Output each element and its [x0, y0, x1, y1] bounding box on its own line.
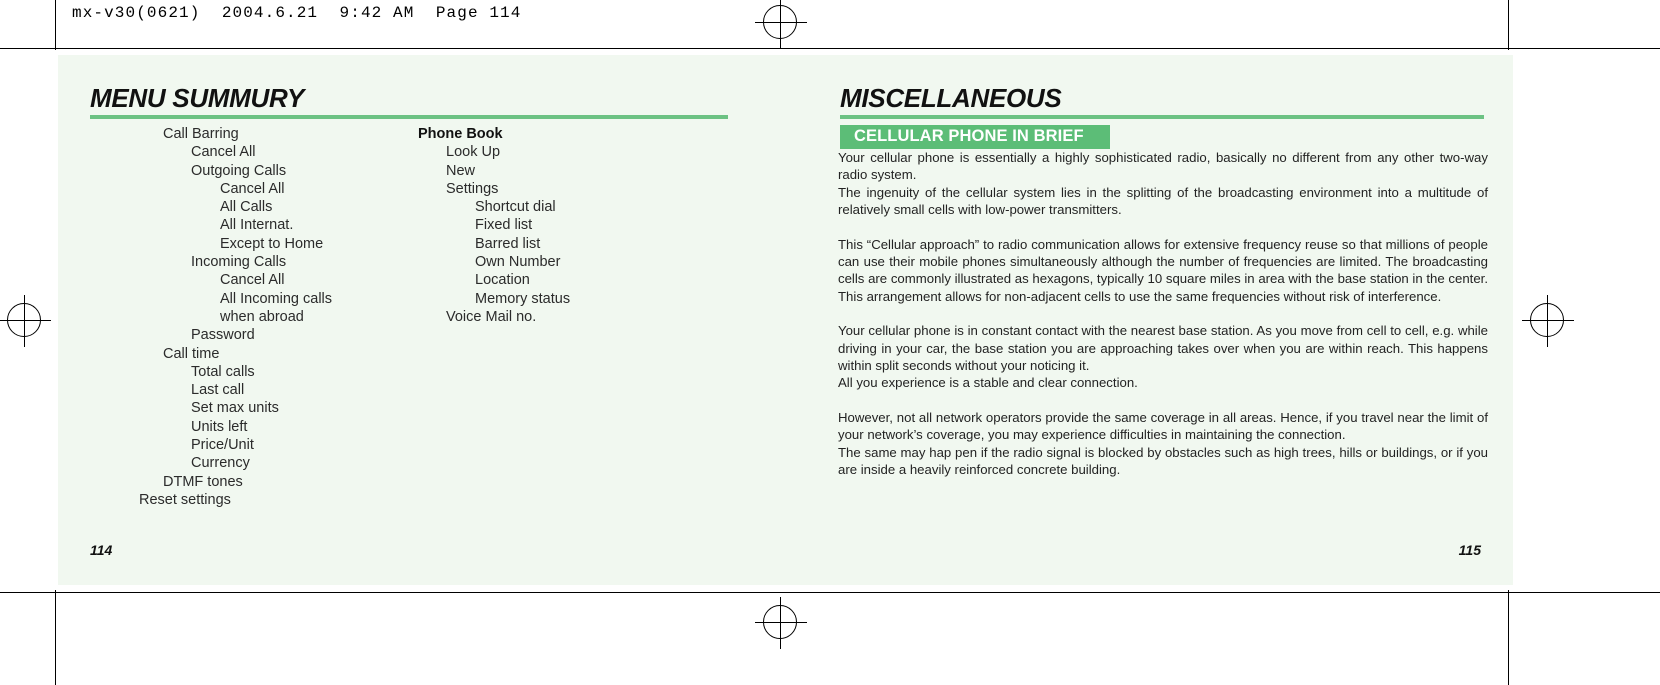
- trim-line-right: [1508, 0, 1509, 50]
- menu-tree-item: Incoming Calls: [191, 254, 287, 271]
- menu-tree-item: All Internat.: [220, 217, 294, 234]
- body-paragraph: Your cellular phone is essentially a hig…: [838, 150, 1488, 183]
- menu-tree-item: Units left: [191, 418, 248, 435]
- trim-line-left: [55, 0, 56, 50]
- menu-tree-item: Price/Unit: [191, 437, 254, 454]
- menu-tree-item: Cancel All: [191, 144, 256, 161]
- menu-tree-item: Last call: [191, 382, 245, 399]
- print-sheet: mx-v30(0621) 2004.6.21 9:42 AM Page 114 …: [0, 0, 1660, 685]
- menu-tree-item: Voice Mail no.: [446, 308, 537, 325]
- menu-tree-item: Call time: [163, 345, 220, 362]
- body-paragraph: This “Cellular approach” to radio commun…: [838, 236, 1488, 304]
- registration-mark-bottom: [755, 597, 807, 649]
- body-paragraph: The ingenuity of the cellular system lie…: [838, 184, 1488, 218]
- menu-tree-item: Barred list: [475, 235, 541, 252]
- menu-tree-item: Location: [475, 272, 530, 289]
- registration-mark-left: [0, 295, 51, 347]
- menu-tree-item: Except to Home: [220, 235, 324, 252]
- menu-tree-item: when abroad: [220, 308, 304, 325]
- page-title-left: MENU SUMMURY: [90, 83, 305, 113]
- menu-tree-item: Own Number: [475, 254, 561, 271]
- menu-tree-item: Shortcut dial: [475, 199, 556, 216]
- body-paragraph: All you experience is a stable and clear…: [838, 375, 1138, 391]
- menu-tree-item: All Calls: [220, 199, 273, 216]
- trim-line-top: [0, 48, 1660, 49]
- folio-left: 114: [90, 542, 113, 558]
- body-paragraph: The same may hap pen if the radio signal…: [838, 444, 1488, 478]
- menu-tree-column-two: Phone Book Look Up New Settings Shortcut dia…: [418, 125, 570, 326]
- title-rule-right: [840, 115, 1484, 119]
- menu-tree-item: Cancel All: [220, 272, 285, 289]
- menu-tree-item: Phone Book: [418, 126, 503, 142]
- trim-line-bottom: [0, 592, 1660, 593]
- body-paragraph: However, not all network operators provi…: [838, 409, 1488, 443]
- folio-right: 115: [1458, 542, 1481, 558]
- menu-tree-item: All Incoming calls: [220, 290, 333, 307]
- page-right: MISCELLANEOUS CELLULAR PHONE IN BRIEF Yo…: [758, 55, 1513, 585]
- title-rule-left: [90, 115, 728, 119]
- menu-tree-item: Outgoing Calls: [191, 162, 287, 179]
- registration-mark-right: [1522, 295, 1574, 347]
- menu-tree-item: Set max units: [191, 400, 279, 417]
- body-paragraph: Your cellular phone is in constant conta…: [838, 323, 1488, 374]
- menu-tree-item: Total calls: [191, 363, 255, 380]
- trim-line-left-bottom: [55, 590, 56, 685]
- trim-line-right-bottom: [1508, 590, 1509, 685]
- body-copy-right: Your cellular phone is essentially a hig…: [838, 149, 1488, 479]
- menu-tree-item: Currency: [191, 455, 250, 472]
- menu-tree-item: Memory status: [475, 290, 571, 307]
- registration-mark-top: [755, 0, 807, 49]
- menu-tree-item: Settings: [446, 180, 499, 197]
- print-slug: mx-v30(0621) 2004.6.21 9:42 AM Page 114: [72, 4, 522, 22]
- menu-tree-item: DTMF tones: [163, 473, 243, 490]
- menu-tree-item: Look Up: [446, 144, 501, 161]
- menu-tree-item: Cancel All: [220, 180, 285, 197]
- menu-tree-item: Reset settings: [139, 491, 231, 508]
- menu-tree-item: Fixed list: [475, 217, 533, 234]
- menu-tree-item: Call Barring: [163, 126, 239, 142]
- section-heading-cellular-phone-in-brief: CELLULAR PHONE IN BRIEF: [840, 125, 1110, 149]
- menu-tree-column-one: Call Barring Cancel All Outgoing Calls Canc…: [139, 125, 333, 509]
- page-left: MENU SUMMURY Call Barring Cancel All Outgo…: [58, 55, 758, 585]
- page-title-right: MISCELLANEOUS: [840, 83, 1062, 113]
- menu-tree-item: Password: [191, 327, 255, 344]
- menu-tree-item: New: [446, 162, 476, 179]
